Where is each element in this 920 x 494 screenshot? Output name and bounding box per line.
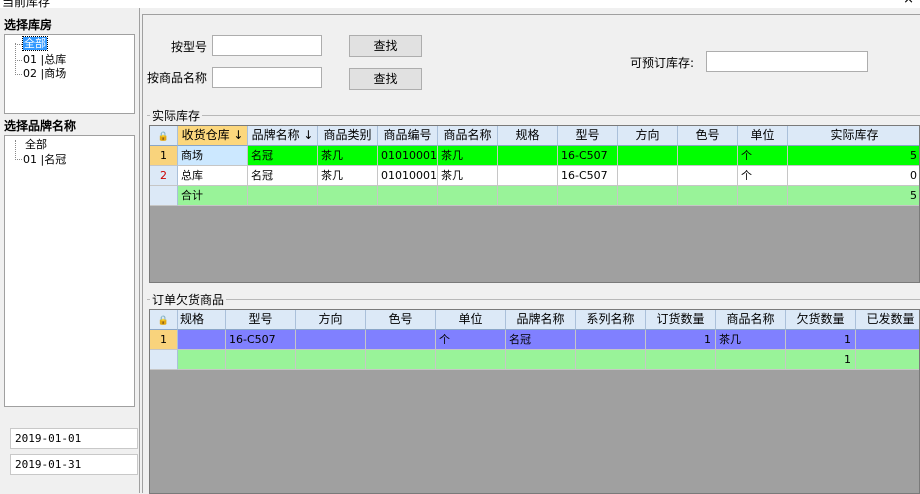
product-name-label: 按商品名称 xyxy=(147,71,208,85)
stock-header-row: 🔒 收货仓库 ↓ 品牌名称 ↓ 商品类别 商品编号 商品名称 规格 型号 方向 … xyxy=(150,126,919,146)
col-direction[interactable]: 方向 xyxy=(296,310,366,330)
col-spec[interactable]: 规格 xyxy=(498,126,558,146)
model-label: 按型号 xyxy=(171,40,208,54)
backorder-group-label: 订单欠货商品 xyxy=(150,291,227,308)
close-icon[interactable]: × xyxy=(903,0,914,7)
preorder-stock-input[interactable] xyxy=(706,51,868,72)
actual-stock-group-label: 实际库存 xyxy=(150,107,203,124)
col-backorder-qty[interactable]: 欠货数量 xyxy=(786,310,856,330)
table-row[interactable]: 2 总库 名冠 茶几 01010001 茶几 16-C507 个 0 xyxy=(150,166,919,186)
preorder-stock-label: 可预订库存: xyxy=(630,56,695,70)
model-search-input[interactable] xyxy=(212,35,322,56)
main-panel: 按型号 查找 按商品名称 查找 可预订库存: 实际库存 🔒 收货仓库 ↓ 品牌名… xyxy=(142,14,920,494)
tree-item-brand-mingguan[interactable]: 01 |名冠 xyxy=(23,153,66,167)
total-row: 1 xyxy=(150,350,919,370)
col-product-category[interactable]: 商品类别 xyxy=(318,126,378,146)
col-product-code[interactable]: 商品编号 xyxy=(378,126,438,146)
backorder-header-row: 🔒 规格 型号 方向 色号 单位 品牌名称 系列名称 订货数量 商品名称 欠货数… xyxy=(150,310,919,330)
col-shipped-qty[interactable]: 已发数量 xyxy=(856,310,919,330)
col-model[interactable]: 型号 xyxy=(226,310,296,330)
col-order-qty[interactable]: 订货数量 xyxy=(646,310,716,330)
lock-icon: 🔒 xyxy=(150,126,178,146)
tree-item-store[interactable]: 02 |商场 xyxy=(23,67,66,81)
col-receiving-warehouse[interactable]: 收货仓库 ↓ xyxy=(178,126,248,146)
warehouse-tree[interactable]: 全部 01 |总库 02 |商场 xyxy=(4,34,135,114)
total-row: 合计 5 xyxy=(150,186,919,206)
product-name-search-input[interactable] xyxy=(212,67,322,88)
tree-item-all-warehouses[interactable]: 全部 xyxy=(22,36,48,51)
brand-section-title: 选择品牌名称 xyxy=(4,119,77,133)
col-actual-stock[interactable]: 实际库存 xyxy=(788,126,919,146)
col-unit[interactable]: 单位 xyxy=(738,126,788,146)
col-color-no[interactable]: 色号 xyxy=(678,126,738,146)
date-to-field[interactable]: 2019-01-31 xyxy=(10,454,138,475)
col-brand-name[interactable]: 品牌名称 ↓ xyxy=(248,126,318,146)
col-series-name[interactable]: 系列名称 xyxy=(576,310,646,330)
col-product-name[interactable]: 商品名称 xyxy=(716,310,786,330)
col-brand-name[interactable]: 品牌名称 xyxy=(506,310,576,330)
tree-item-all-brands[interactable]: 全部 xyxy=(25,138,47,152)
backorder-grid[interactable]: 🔒 规格 型号 方向 色号 单位 品牌名称 系列名称 订货数量 商品名称 欠货数… xyxy=(149,309,920,494)
title-bar: 当前库存 × xyxy=(0,0,920,8)
find-by-name-button[interactable]: 查找 xyxy=(349,68,422,90)
find-by-model-button[interactable]: 查找 xyxy=(349,35,422,57)
warehouse-section-title: 选择库房 xyxy=(4,18,53,32)
table-row[interactable]: 1 16-C507 个 名冠 1 茶几 1 xyxy=(150,330,919,350)
table-row[interactable]: 1 商场 名冠 茶几 01010001 茶几 16-C507 个 5 xyxy=(150,146,919,166)
col-color-no[interactable]: 色号 xyxy=(366,310,436,330)
col-direction[interactable]: 方向 xyxy=(618,126,678,146)
col-product-name[interactable]: 商品名称 xyxy=(438,126,498,146)
col-unit[interactable]: 单位 xyxy=(436,310,506,330)
tree-item-main-warehouse[interactable]: 01 |总库 xyxy=(23,53,66,67)
col-spec[interactable]: 规格 xyxy=(178,310,226,330)
date-from-field[interactable]: 2019-01-01 xyxy=(10,428,138,449)
actual-stock-grid[interactable]: 🔒 收货仓库 ↓ 品牌名称 ↓ 商品类别 商品编号 商品名称 规格 型号 方向 … xyxy=(149,125,920,283)
col-model[interactable]: 型号 xyxy=(558,126,618,146)
brand-tree[interactable]: 全部 01 |名冠 xyxy=(4,135,135,407)
left-panel: 选择库房 全部 01 |总库 02 |商场 选择品牌名称 全部 01 |名冠 2… xyxy=(0,8,140,493)
lock-icon: 🔒 xyxy=(150,310,178,330)
window-title: 当前库存 xyxy=(2,0,51,8)
